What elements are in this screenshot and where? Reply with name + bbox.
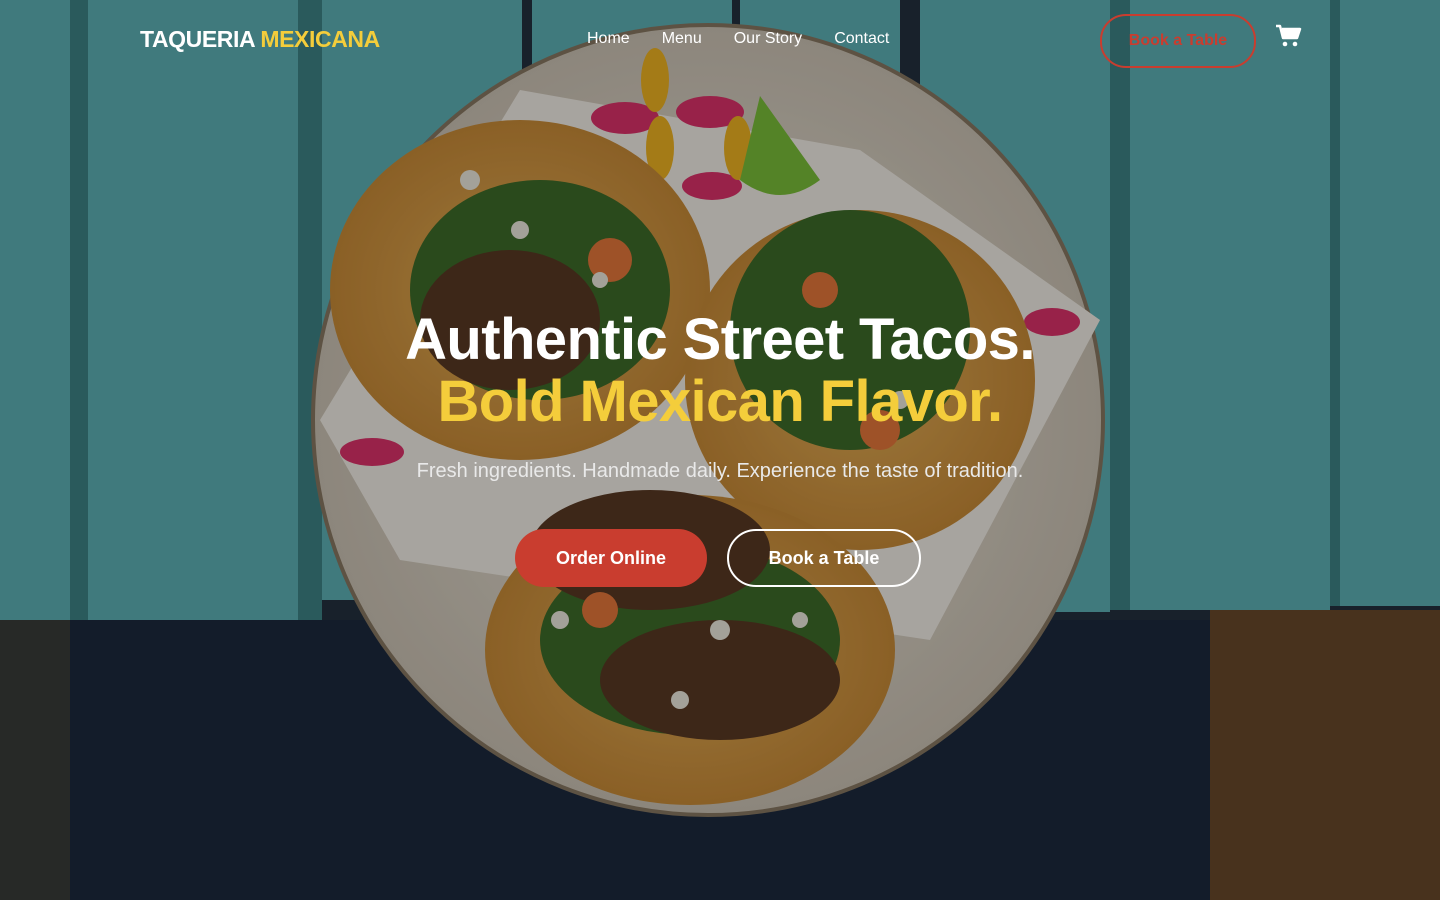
nav-link-menu[interactable]: Menu bbox=[662, 30, 702, 48]
hero-subtitle: Fresh ingredients. Handmade daily. Exper… bbox=[416, 460, 1024, 482]
hero-headline-line2: Bold Mexican Flavor. bbox=[437, 369, 1004, 434]
nav-link-home[interactable]: Home bbox=[587, 30, 630, 48]
brand-name-part1: TAQUERIA bbox=[140, 26, 255, 52]
nav-links: Home Menu Our Story Contact bbox=[587, 30, 921, 48]
hero-headline-line1: Authentic Street Tacos. bbox=[405, 307, 1035, 372]
shopping-cart-icon[interactable] bbox=[1276, 24, 1302, 48]
nav-link-contact[interactable]: Contact bbox=[834, 30, 889, 48]
hero-background-image bbox=[0, 0, 1440, 900]
book-table-button[interactable]: Book a Table bbox=[727, 529, 921, 587]
hero-section: TAQUERIA MEXICANA Home Menu Our Story Co… bbox=[0, 0, 1440, 900]
nav-link-our-story[interactable]: Our Story bbox=[734, 30, 802, 48]
order-online-button[interactable]: Order Online bbox=[515, 529, 707, 587]
top-navigation: TAQUERIA MEXICANA Home Menu Our Story Co… bbox=[0, 0, 1440, 80]
brand-logo[interactable]: TAQUERIA MEXICANA bbox=[140, 26, 380, 53]
brand-name-part2: MEXICANA bbox=[260, 26, 380, 52]
nav-book-table-button[interactable]: Book a Table bbox=[1100, 14, 1256, 68]
